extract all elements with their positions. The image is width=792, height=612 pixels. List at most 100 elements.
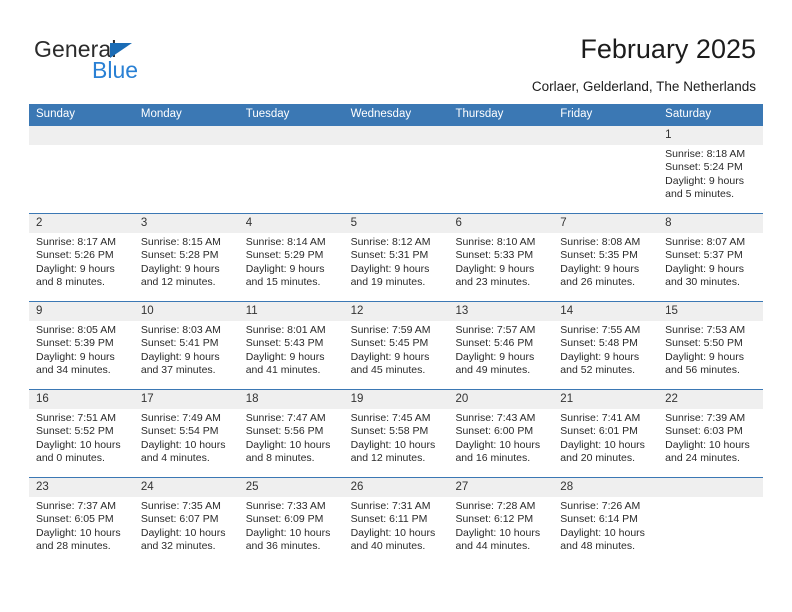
- day-cell[interactable]: 1 Sunrise: 8:18 AM Sunset: 5:24 PM Dayli…: [658, 126, 764, 213]
- daylight-text: Daylight: 9 hours and 15 minutes.: [245, 262, 325, 289]
- day-number: 12: [343, 302, 449, 321]
- logo-triangle-icon: [110, 43, 132, 58]
- day-number: 22: [658, 390, 764, 409]
- daylight-text: Daylight: 9 hours and 23 minutes.: [455, 262, 535, 289]
- day-number: 2: [29, 214, 134, 233]
- weekday-header-sunday: Sunday: [36, 108, 76, 120]
- day-cell[interactable]: 25 Sunrise: 7:33 AM Sunset: 6:09 PM Dayl…: [238, 478, 344, 565]
- sunrise-text: Sunrise: 7:59 AM: [350, 324, 431, 336]
- general-blue-logo[interactable]: General Blue: [34, 36, 234, 84]
- sunset-text: Sunset: 5:50 PM: [665, 337, 743, 350]
- day-info: Sunrise: 8:14 AM Sunset: 5:29 PM Dayligh…: [239, 233, 344, 290]
- day-cell[interactable]: 16 Sunrise: 7:51 AM Sunset: 5:52 PM Dayl…: [29, 390, 134, 477]
- day-cell[interactable]: 11 Sunrise: 8:01 AM Sunset: 5:43 PM Dayl…: [238, 302, 344, 389]
- sunrise-text: Sunrise: 7:28 AM: [455, 500, 536, 512]
- day-cell[interactable]: [343, 126, 449, 213]
- sunrise-text: Sunrise: 8:03 AM: [140, 324, 221, 336]
- day-cell[interactable]: [553, 126, 659, 213]
- day-info: Sunrise: 8:17 AM Sunset: 5:26 PM Dayligh…: [29, 233, 134, 290]
- sunset-text: Sunset: 6:09 PM: [245, 513, 324, 526]
- day-cell[interactable]: 22 Sunrise: 7:39 AM Sunset: 6:03 PM Dayl…: [658, 390, 764, 477]
- sunrise-text: Sunrise: 8:17 AM: [36, 236, 116, 248]
- sunrise-text: Sunrise: 7:49 AM: [140, 412, 221, 424]
- day-number: 18: [238, 390, 344, 409]
- day-number: 3: [133, 214, 239, 233]
- sunset-text: Sunset: 5:24 PM: [665, 161, 743, 174]
- day-info: Sunrise: 7:43 AM Sunset: 6:00 PM Dayligh…: [448, 409, 553, 466]
- day-number: [238, 126, 344, 145]
- sunset-text: Sunset: 5:52 PM: [36, 425, 114, 438]
- day-cell[interactable]: [658, 478, 764, 565]
- daylight-text: Daylight: 10 hours and 28 minutes.: [36, 526, 121, 553]
- day-number: 19: [343, 390, 449, 409]
- day-cell[interactable]: [29, 126, 134, 213]
- day-info: Sunrise: 7:28 AM Sunset: 6:12 PM Dayligh…: [448, 497, 553, 554]
- day-info: Sunrise: 7:45 AM Sunset: 5:58 PM Dayligh…: [344, 409, 449, 466]
- sunset-text: Sunset: 5:41 PM: [140, 337, 219, 350]
- day-cell[interactable]: 23 Sunrise: 7:37 AM Sunset: 6:05 PM Dayl…: [29, 478, 134, 565]
- week-row: 1 Sunrise: 8:18 AM Sunset: 5:24 PM Dayli…: [29, 125, 764, 213]
- sunrise-text: Sunrise: 7:43 AM: [455, 412, 536, 424]
- day-number: 20: [448, 390, 554, 409]
- day-number: 6: [448, 214, 554, 233]
- day-info: Sunrise: 7:26 AM Sunset: 6:14 PM Dayligh…: [553, 497, 658, 554]
- day-number: 11: [238, 302, 344, 321]
- day-info: Sunrise: 8:12 AM Sunset: 5:31 PM Dayligh…: [344, 233, 449, 290]
- day-cell[interactable]: 2 Sunrise: 8:17 AM Sunset: 5:26 PM Dayli…: [29, 214, 134, 301]
- day-cell[interactable]: 4 Sunrise: 8:14 AM Sunset: 5:29 PM Dayli…: [238, 214, 344, 301]
- day-cell[interactable]: 9 Sunrise: 8:05 AM Sunset: 5:39 PM Dayli…: [29, 302, 134, 389]
- day-cell[interactable]: 27 Sunrise: 7:28 AM Sunset: 6:12 PM Dayl…: [448, 478, 554, 565]
- day-cell[interactable]: 10 Sunrise: 8:03 AM Sunset: 5:41 PM Dayl…: [133, 302, 239, 389]
- week-row: 9 Sunrise: 8:05 AM Sunset: 5:39 PM Dayli…: [29, 301, 764, 389]
- day-cell[interactable]: 14 Sunrise: 7:55 AM Sunset: 5:48 PM Dayl…: [553, 302, 659, 389]
- day-cell[interactable]: [238, 126, 344, 213]
- day-number: [29, 126, 134, 145]
- daylight-text: Daylight: 9 hours and 37 minutes.: [140, 350, 220, 377]
- day-number: 10: [133, 302, 239, 321]
- weekday-header-wednesday: Wednesday: [350, 108, 412, 120]
- sunset-text: Sunset: 5:33 PM: [455, 249, 534, 262]
- weekday-header-thursday: Thursday: [455, 108, 504, 120]
- day-cell[interactable]: [133, 126, 239, 213]
- sunrise-text: Sunrise: 8:01 AM: [245, 324, 326, 336]
- day-info: Sunrise: 8:03 AM Sunset: 5:41 PM Dayligh…: [134, 321, 239, 378]
- day-info: Sunrise: 7:35 AM Sunset: 6:07 PM Dayligh…: [134, 497, 239, 554]
- day-cell[interactable]: 28 Sunrise: 7:26 AM Sunset: 6:14 PM Dayl…: [553, 478, 659, 565]
- sunset-text: Sunset: 6:14 PM: [560, 513, 638, 526]
- sunrise-text: Sunrise: 7:51 AM: [36, 412, 116, 424]
- day-cell[interactable]: 15 Sunrise: 7:53 AM Sunset: 5:50 PM Dayl…: [658, 302, 764, 389]
- day-cell[interactable]: 24 Sunrise: 7:35 AM Sunset: 6:07 PM Dayl…: [133, 478, 239, 565]
- daylight-text: Daylight: 9 hours and 49 minutes.: [455, 350, 535, 377]
- day-cell[interactable]: 17 Sunrise: 7:49 AM Sunset: 5:54 PM Dayl…: [133, 390, 239, 477]
- day-number: 13: [448, 302, 554, 321]
- day-cell[interactable]: 12 Sunrise: 7:59 AM Sunset: 5:45 PM Dayl…: [343, 302, 449, 389]
- day-cell[interactable]: 19 Sunrise: 7:45 AM Sunset: 5:58 PM Dayl…: [343, 390, 449, 477]
- sunset-text: Sunset: 5:31 PM: [350, 249, 429, 262]
- day-info: Sunrise: 7:47 AM Sunset: 5:56 PM Dayligh…: [239, 409, 344, 466]
- day-info: Sunrise: 8:18 AM Sunset: 5:24 PM Dayligh…: [658, 145, 763, 202]
- day-cell[interactable]: 3 Sunrise: 8:15 AM Sunset: 5:28 PM Dayli…: [133, 214, 239, 301]
- daylight-text: Daylight: 9 hours and 5 minutes.: [665, 174, 744, 201]
- weekday-header-row: Sunday Monday Tuesday Wednesday Thursday…: [29, 104, 763, 125]
- calendar-grid: Sunday Monday Tuesday Wednesday Thursday…: [29, 104, 764, 565]
- sunrise-text: Sunrise: 7:33 AM: [245, 500, 326, 512]
- sunset-text: Sunset: 5:35 PM: [560, 249, 638, 262]
- day-number: 1: [658, 126, 764, 145]
- day-cell[interactable]: 20 Sunrise: 7:43 AM Sunset: 6:00 PM Dayl…: [448, 390, 554, 477]
- daylight-text: Daylight: 9 hours and 41 minutes.: [245, 350, 325, 377]
- sunrise-text: Sunrise: 7:45 AM: [350, 412, 431, 424]
- day-cell[interactable]: 5 Sunrise: 8:12 AM Sunset: 5:31 PM Dayli…: [343, 214, 449, 301]
- day-cell[interactable]: 6 Sunrise: 8:10 AM Sunset: 5:33 PM Dayli…: [448, 214, 554, 301]
- sunrise-text: Sunrise: 8:15 AM: [140, 236, 221, 248]
- day-cell[interactable]: 21 Sunrise: 7:41 AM Sunset: 6:01 PM Dayl…: [553, 390, 659, 477]
- day-cell[interactable]: 26 Sunrise: 7:31 AM Sunset: 6:11 PM Dayl…: [343, 478, 449, 565]
- day-info: Sunrise: 7:57 AM Sunset: 5:46 PM Dayligh…: [448, 321, 553, 378]
- day-cell[interactable]: [448, 126, 554, 213]
- day-cell[interactable]: 18 Sunrise: 7:47 AM Sunset: 5:56 PM Dayl…: [238, 390, 344, 477]
- day-cell[interactable]: 8 Sunrise: 8:07 AM Sunset: 5:37 PM Dayli…: [658, 214, 764, 301]
- daylight-text: Daylight: 10 hours and 24 minutes.: [665, 438, 750, 465]
- day-cell[interactable]: 13 Sunrise: 7:57 AM Sunset: 5:46 PM Dayl…: [448, 302, 554, 389]
- daylight-text: Daylight: 9 hours and 52 minutes.: [560, 350, 640, 377]
- day-number: 27: [448, 478, 554, 497]
- day-cell[interactable]: 7 Sunrise: 8:08 AM Sunset: 5:35 PM Dayli…: [553, 214, 659, 301]
